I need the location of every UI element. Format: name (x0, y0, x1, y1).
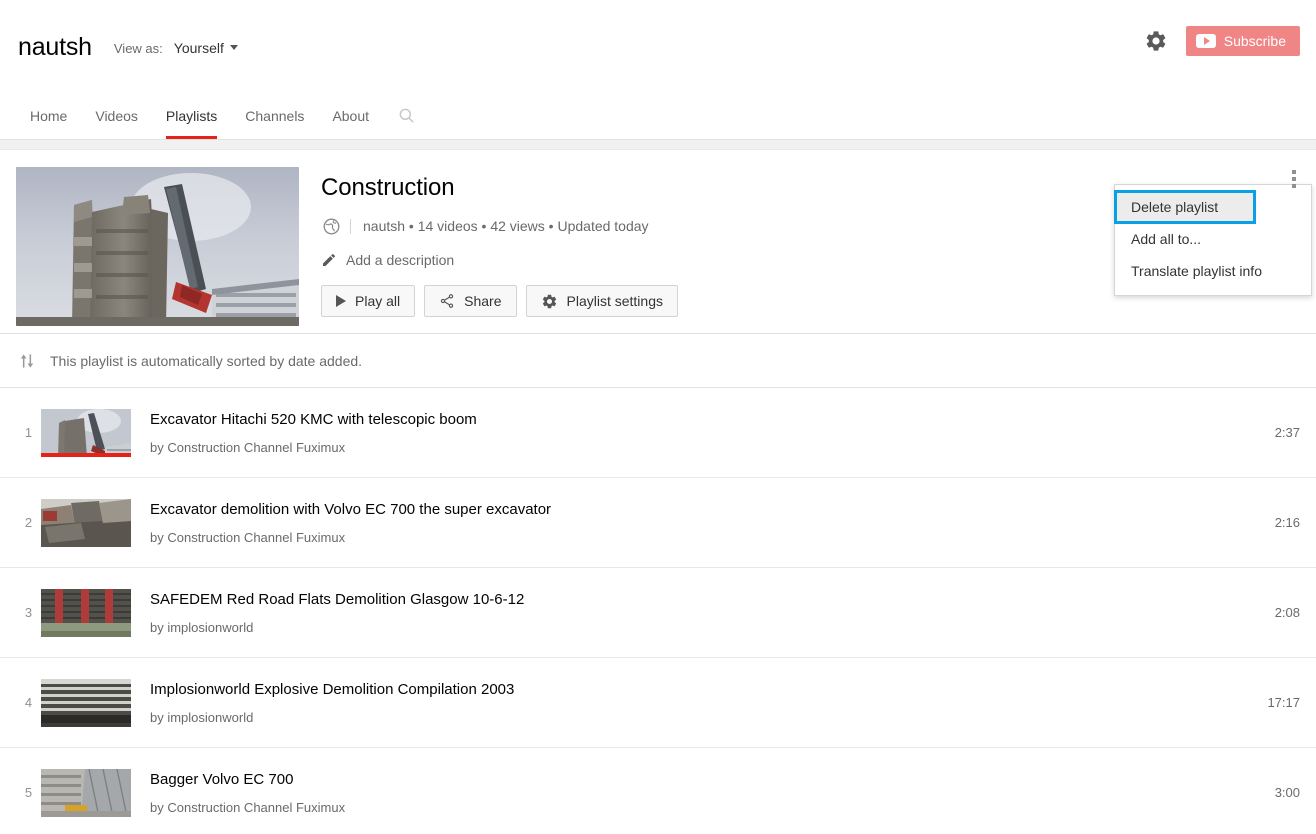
video-thumbnail-image (41, 589, 131, 637)
share-icon (439, 293, 455, 309)
menu-item-delete-playlist[interactable]: Delete playlist (1115, 191, 1255, 223)
video-author: by Construction Channel Fuximux (150, 799, 1261, 816)
play-all-label: Play all (355, 293, 400, 309)
watch-progress-bar (41, 453, 131, 457)
tab-playlists-label: Playlists (166, 108, 217, 124)
content-top-spacer (0, 140, 1316, 150)
playlist-video-list: 1 Excavator Hitachi 520 KMC with telesco… (0, 388, 1316, 834)
header-actions: Subscribe (1142, 26, 1300, 56)
subscribe-button-label: Subscribe (1224, 33, 1286, 49)
gear-icon (1144, 29, 1168, 53)
table-row[interactable]: 5 Bagger Volvo E (0, 748, 1316, 834)
pencil-icon (321, 252, 337, 268)
video-duration: 2:37 (1275, 425, 1300, 440)
subscribe-button[interactable]: Subscribe (1186, 26, 1300, 56)
video-index: 1 (16, 425, 41, 440)
view-as-value[interactable]: Yourself (174, 40, 238, 56)
playlist-overflow-dropdown: Delete playlist Add all to... Translate … (1114, 184, 1312, 296)
table-row[interactable]: 1 Excavator Hitachi 520 KMC with telesco… (0, 388, 1316, 478)
video-text-block: Excavator Hitachi 520 KMC with telescopi… (150, 410, 1261, 456)
video-text-block: Bagger Volvo EC 700 by Construction Chan… (150, 770, 1261, 816)
tab-videos[interactable]: Videos (81, 92, 152, 139)
video-duration: 2:16 (1275, 515, 1300, 530)
video-index: 3 (16, 605, 41, 620)
search-icon (397, 106, 416, 125)
kebab-dot (1292, 177, 1296, 181)
video-thumbnail-image (41, 769, 131, 817)
channel-settings-gear-button[interactable] (1142, 27, 1170, 55)
youtube-play-icon (1196, 34, 1216, 48)
tab-home[interactable]: Home (16, 92, 81, 139)
tab-channels[interactable]: Channels (231, 92, 318, 139)
video-thumbnail[interactable] (41, 589, 131, 637)
tab-playlists[interactable]: Playlists (152, 92, 231, 139)
share-button[interactable]: Share (424, 285, 516, 317)
gear-icon (541, 293, 558, 310)
video-duration: 17:17 (1267, 695, 1300, 710)
video-title[interactable]: SAFEDEM Red Road Flats Demolition Glasgo… (150, 590, 1261, 610)
tab-home-label: Home (30, 108, 67, 124)
video-thumbnail[interactable] (41, 679, 131, 727)
video-author: by implosionworld (150, 709, 1253, 726)
video-text-block: Implosionworld Explosive Demolition Comp… (150, 680, 1253, 726)
video-duration: 3:00 (1275, 785, 1300, 800)
view-as-value-text: Yourself (174, 40, 224, 56)
video-thumbnail-image (41, 499, 131, 547)
share-label: Share (464, 293, 501, 309)
playlist-settings-button[interactable]: Playlist settings (526, 285, 678, 317)
video-title[interactable]: Bagger Volvo EC 700 (150, 770, 1261, 790)
playlist-meta-text: nautsh • 14 videos • 42 views • Updated … (363, 218, 649, 234)
video-thumbnail-image (41, 409, 131, 457)
playlist-sort-notice: This playlist is automatically sorted by… (0, 334, 1316, 388)
video-index: 2 (16, 515, 41, 530)
channel-search-button[interactable] (383, 92, 430, 139)
playlist-settings-label: Playlist settings (567, 293, 663, 309)
channel-nav-tabs: Home Videos Playlists Channels About (0, 92, 1316, 140)
video-author: by implosionworld (150, 619, 1261, 636)
video-duration: 2:08 (1275, 605, 1300, 620)
video-text-block: Excavator demolition with Volvo EC 700 t… (150, 500, 1261, 546)
tab-videos-label: Videos (95, 108, 138, 124)
video-title[interactable]: Excavator demolition with Volvo EC 700 t… (150, 500, 1261, 520)
play-all-button[interactable]: Play all (321, 285, 415, 317)
video-thumbnail[interactable] (41, 769, 131, 817)
video-thumbnail-image (41, 679, 131, 727)
playlist-description-placeholder: Add a description (346, 252, 454, 268)
channel-name[interactable]: nautsh (18, 33, 92, 62)
playlist-cover-thumbnail[interactable] (16, 167, 299, 326)
playlist-overflow-menu-button[interactable] (1282, 164, 1306, 194)
kebab-dot (1292, 184, 1296, 188)
video-thumbnail[interactable] (41, 499, 131, 547)
table-row[interactable]: 2 Excavator demolition with Volvo EC 700… (0, 478, 1316, 568)
menu-item-translate-playlist-info[interactable]: Translate playlist info (1115, 255, 1311, 287)
meta-divider (350, 219, 351, 234)
video-author: by Construction Channel Fuximux (150, 529, 1261, 546)
globe-icon (321, 216, 341, 236)
video-text-block: SAFEDEM Red Road Flats Demolition Glasgo… (150, 590, 1261, 636)
table-row[interactable]: 3 SAFEDEM Red Road Flats Demo (0, 568, 1316, 658)
tab-about[interactable]: About (318, 92, 383, 139)
tab-channels-label: Channels (245, 108, 304, 124)
chevron-down-icon (230, 45, 238, 50)
video-index: 4 (16, 695, 41, 710)
video-thumbnail[interactable] (41, 409, 131, 457)
playlist-header: Construction nautsh • 14 videos • 42 vie… (0, 150, 1316, 334)
menu-item-add-all-to[interactable]: Add all to... (1115, 223, 1311, 255)
channel-header: nautsh View as: Yourself Subscribe (0, 0, 1316, 92)
video-title[interactable]: Implosionworld Explosive Demolition Comp… (150, 680, 1253, 700)
playlist-sort-text: This playlist is automatically sorted by… (50, 353, 362, 369)
sort-icon (16, 350, 38, 372)
table-row[interactable]: 4 Implosionworld Explosive Demolition Co… (0, 658, 1316, 748)
play-icon (336, 295, 346, 307)
view-as-selector[interactable]: View as: Yourself (114, 40, 238, 56)
video-author: by Construction Channel Fuximux (150, 439, 1261, 456)
kebab-dot (1292, 170, 1296, 174)
playlist-cover-image (16, 167, 299, 326)
video-title[interactable]: Excavator Hitachi 520 KMC with telescopi… (150, 410, 1261, 430)
video-index: 5 (16, 785, 41, 800)
tab-about-label: About (332, 108, 369, 124)
view-as-label: View as: (114, 41, 163, 56)
